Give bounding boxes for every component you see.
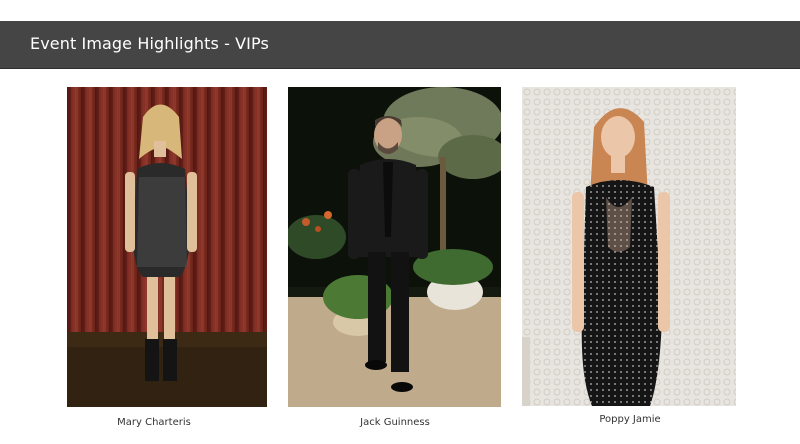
- vip-photo-1-image: [67, 87, 267, 407]
- vip-caption-2: Jack Guinness: [360, 417, 430, 428]
- vip-photo-2: [288, 87, 501, 407]
- vip-photo-1: [67, 87, 267, 407]
- header-bar: Event Image Highlights - VIPs: [0, 21, 800, 69]
- page-title: Event Image Highlights - VIPs: [30, 34, 269, 53]
- vip-caption-3: Poppy Jamie: [599, 414, 661, 425]
- vip-photo-3: [522, 87, 736, 406]
- vip-caption-1: Mary Charteris: [117, 417, 191, 428]
- vip-photo-2-image: [288, 87, 501, 407]
- vip-photo-3-image: [522, 87, 736, 406]
